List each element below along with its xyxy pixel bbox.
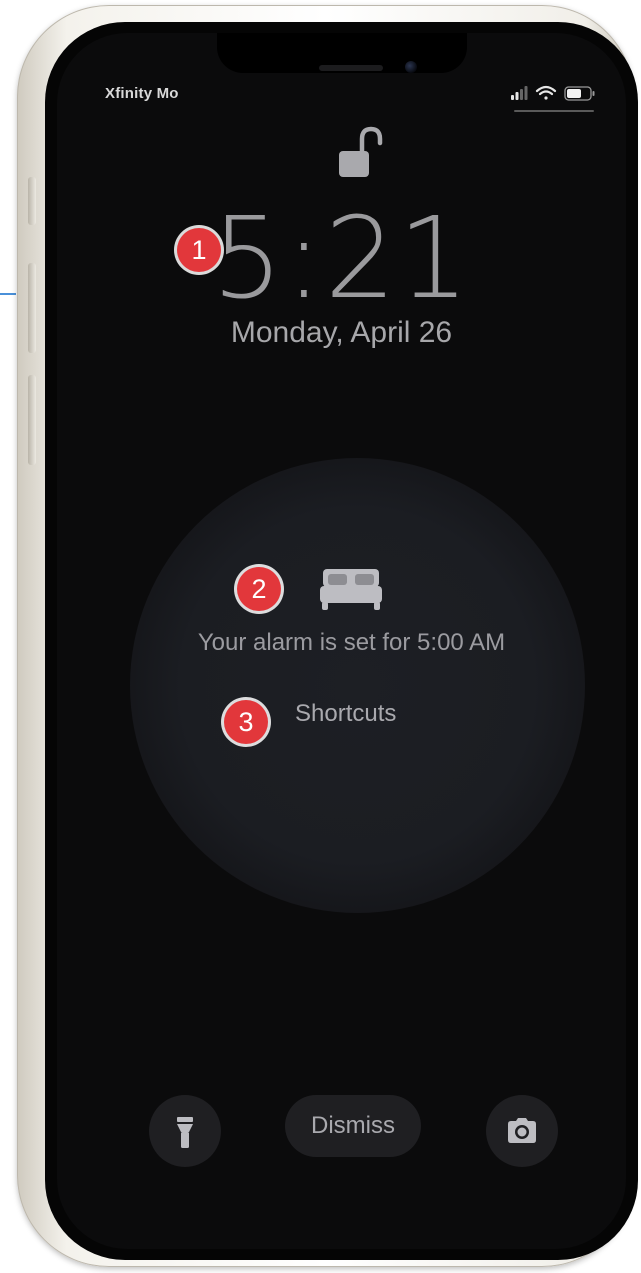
sleep-mode-glow xyxy=(130,458,585,913)
earpiece-speaker xyxy=(319,65,383,71)
bed-icon xyxy=(320,569,382,610)
unlocked-padlock-icon xyxy=(339,126,383,177)
phone-frame: Xfinity Mo 5:21 Monday, April 26 Your al… xyxy=(17,5,638,1267)
callout-badge-2: 2 xyxy=(237,567,281,611)
front-camera xyxy=(405,61,417,73)
status-bar-indicator xyxy=(514,110,594,112)
volume-down-button xyxy=(28,375,36,465)
volume-up-button xyxy=(28,263,36,353)
dismiss-button[interactable]: Dismiss xyxy=(285,1095,421,1157)
camera-button[interactable] xyxy=(486,1095,558,1167)
camera-icon xyxy=(508,1118,536,1143)
lock-screen: Xfinity Mo 5:21 Monday, April 26 Your al… xyxy=(57,33,626,1249)
shortcuts-button[interactable]: Shortcuts xyxy=(295,700,396,728)
signal-icon xyxy=(511,86,528,100)
flashlight-button[interactable] xyxy=(149,1095,221,1167)
status-icons xyxy=(511,85,595,101)
lock-time: 5:21 xyxy=(211,194,472,324)
silent-switch xyxy=(28,177,36,225)
callout-badge-1: 1 xyxy=(177,228,221,272)
callout-badge-3: 3 xyxy=(224,700,268,744)
carrier-name: Xfinity Mo xyxy=(105,85,179,102)
guide-line xyxy=(0,293,16,295)
lock-date: Monday, April 26 xyxy=(230,316,453,349)
battery-icon xyxy=(564,86,595,101)
wifi-icon xyxy=(535,85,557,100)
alarm-message: Your alarm is set for 5:00 AM xyxy=(197,629,506,656)
screenshot-canvas: Xfinity Mo 5:21 Monday, April 26 Your al… xyxy=(0,0,641,1273)
flashlight-icon xyxy=(177,1117,193,1148)
